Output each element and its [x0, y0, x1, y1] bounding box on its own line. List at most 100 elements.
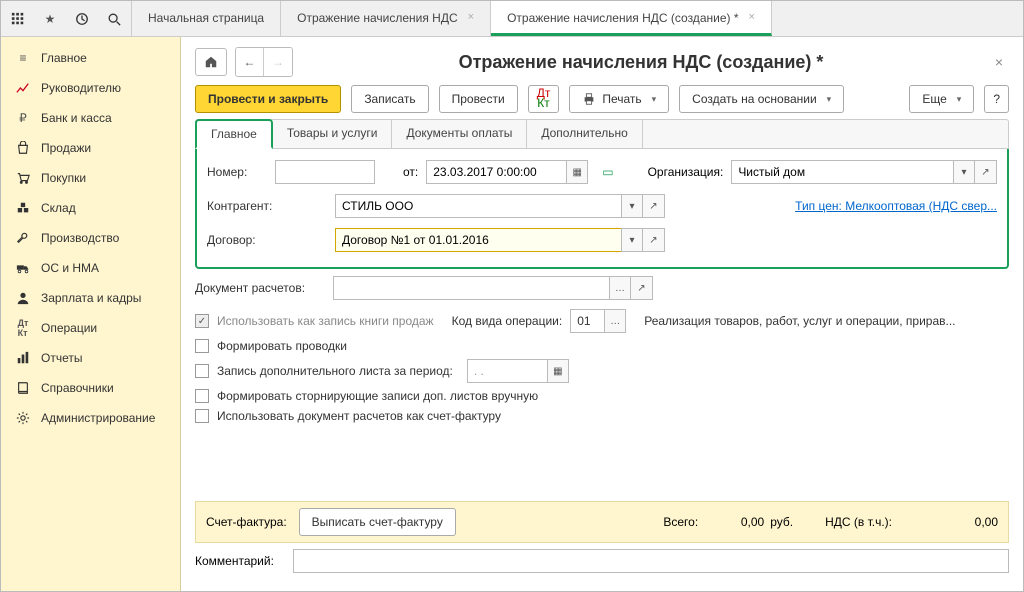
- sidebar-item-production[interactable]: Производство: [1, 223, 180, 253]
- number-input[interactable]: [275, 160, 375, 184]
- open-icon[interactable]: ↗: [975, 160, 997, 184]
- back-button[interactable]: ←: [236, 48, 264, 76]
- sidebar: ≡Главное Руководителю ₽Банк и касса Прод…: [1, 37, 181, 591]
- invoice-bar: Счет-фактура: Выписать счет-фактуру Всег…: [195, 501, 1009, 543]
- comment-label: Комментарий:: [195, 554, 285, 568]
- gear-icon: [15, 410, 31, 426]
- addsheet-label: Запись дополнительного листа за период:: [217, 364, 453, 378]
- home-button[interactable]: [195, 48, 227, 76]
- post-and-close-button[interactable]: Провести и закрыть: [195, 85, 341, 113]
- sidebar-item-admin[interactable]: Администрирование: [1, 403, 180, 433]
- calendar-icon[interactable]: ▦: [566, 160, 588, 184]
- sidebar-item-hr[interactable]: Зарплата и кадры: [1, 283, 180, 313]
- close-icon[interactable]: ×: [749, 11, 755, 23]
- inner-tab-main[interactable]: Главное: [195, 119, 273, 149]
- contract-field: Договор №1 от 01.01.2016 ▾ ↗: [335, 228, 665, 252]
- org-field: Чистый дом ▾ ↗: [731, 160, 997, 184]
- settlement-doc-input[interactable]: [333, 276, 609, 300]
- topbar-icons: ★: [1, 1, 132, 36]
- contract-label: Договор:: [207, 233, 327, 247]
- form-main: Номер: от: 23.03.2017 0:00:00 ▦ ▭ Органи…: [195, 149, 1009, 269]
- op-code-label: Код вида операции:: [452, 314, 563, 328]
- postings-checkbox[interactable]: [195, 339, 209, 353]
- close-icon[interactable]: ×: [468, 11, 474, 23]
- date-label: от:: [403, 165, 418, 179]
- sidebar-item-main[interactable]: ≡Главное: [1, 43, 180, 73]
- counterparty-input[interactable]: СТИЛЬ ООО: [335, 194, 621, 218]
- dtkt-button[interactable]: ДтКт: [528, 85, 560, 113]
- date-field: 23.03.2017 0:00:00 ▦: [426, 160, 588, 184]
- open-icon[interactable]: ↗: [643, 194, 665, 218]
- select-icon[interactable]: …: [609, 276, 631, 300]
- op-code-input[interactable]: 01: [570, 309, 604, 333]
- help-button[interactable]: ?: [984, 85, 1009, 113]
- forward-button[interactable]: →: [264, 48, 292, 76]
- print-button[interactable]: Печать: [569, 85, 669, 113]
- dropdown-icon[interactable]: ▾: [621, 228, 643, 252]
- more-button[interactable]: Еще: [909, 85, 974, 113]
- org-label: Организация:: [648, 165, 724, 179]
- number-label: Номер:: [207, 165, 267, 179]
- contract-input[interactable]: Договор №1 от 01.01.2016: [335, 228, 621, 252]
- currency: руб.: [770, 515, 793, 529]
- sidebar-item-operations[interactable]: ДтКтОперации: [1, 313, 180, 343]
- inner-tab-payments[interactable]: Документы оплаты: [392, 120, 527, 148]
- open-icon[interactable]: ↗: [643, 228, 665, 252]
- chart-icon: [15, 80, 31, 96]
- postings-label: Формировать проводки: [217, 339, 347, 353]
- dropdown-icon[interactable]: ▾: [953, 160, 975, 184]
- apps-icon[interactable]: [9, 10, 27, 28]
- date-input[interactable]: 23.03.2017 0:00:00: [426, 160, 566, 184]
- ruble-icon: ₽: [15, 110, 31, 126]
- boxes-icon: [15, 200, 31, 216]
- inner-tabs: Главное Товары и услуги Документы оплаты…: [195, 119, 1009, 149]
- org-input[interactable]: Чистый дом: [731, 160, 953, 184]
- total-label: Всего:: [663, 515, 698, 529]
- write-invoice-button[interactable]: Выписать счет-фактуру: [299, 508, 456, 536]
- settlement-doc-field: … ↗: [333, 276, 653, 300]
- inner-tab-goods[interactable]: Товары и услуги: [273, 120, 393, 148]
- content: ← → Отражение начисления НДС (создание) …: [181, 37, 1023, 591]
- save-button[interactable]: Записать: [351, 85, 428, 113]
- invoice-doc-checkbox[interactable]: [195, 409, 209, 423]
- price-type-link[interactable]: Тип цен: Мелкооптовая (НДС свер...: [795, 199, 997, 213]
- sidebar-item-warehouse[interactable]: Склад: [1, 193, 180, 223]
- inner-tab-additional[interactable]: Дополнительно: [527, 120, 642, 148]
- sidebar-item-reports[interactable]: Отчеты: [1, 343, 180, 373]
- storno-checkbox[interactable]: [195, 389, 209, 403]
- history-icon[interactable]: [73, 10, 91, 28]
- addsheet-checkbox[interactable]: [195, 364, 209, 378]
- counterparty-field: СТИЛЬ ООО ▾ ↗: [335, 194, 665, 218]
- counterparty-label: Контрагент:: [207, 199, 327, 213]
- sidebar-item-sales[interactable]: Продажи: [1, 133, 180, 163]
- op-code-field: 01 …: [570, 309, 626, 333]
- total-value: 0,00: [704, 515, 764, 529]
- sidebar-item-purchases[interactable]: Покупки: [1, 163, 180, 193]
- sidebar-item-manager[interactable]: Руководителю: [1, 73, 180, 103]
- bars-icon: [15, 350, 31, 366]
- dropdown-icon[interactable]: ▾: [621, 194, 643, 218]
- sidebar-item-catalogs[interactable]: Справочники: [1, 373, 180, 403]
- close-page-icon[interactable]: ×: [989, 54, 1009, 70]
- select-icon[interactable]: …: [604, 309, 626, 333]
- bag-icon: [15, 140, 31, 156]
- vat-label: НДС (в т.ч.):: [825, 515, 892, 529]
- create-based-button[interactable]: Создать на основании: [679, 85, 844, 113]
- tab-vat-create[interactable]: Отражение начисления НДС (создание) * ×: [491, 1, 772, 36]
- book-icon: [15, 380, 31, 396]
- search-icon[interactable]: [105, 10, 123, 28]
- star-icon[interactable]: ★: [41, 10, 59, 28]
- sales-book-label: Использовать как запись книги продаж: [217, 314, 434, 328]
- form-icon[interactable]: ▭: [602, 165, 613, 179]
- comment-input[interactable]: [293, 549, 1009, 573]
- post-button[interactable]: Провести: [439, 85, 518, 113]
- calendar-icon[interactable]: ▦: [547, 359, 569, 383]
- tab-start-page[interactable]: Начальная страница: [132, 1, 281, 36]
- sidebar-item-bank[interactable]: ₽Банк и касса: [1, 103, 180, 133]
- open-icon[interactable]: ↗: [631, 276, 653, 300]
- sidebar-item-assets[interactable]: ОС и НМА: [1, 253, 180, 283]
- vat-value: 0,00: [898, 515, 998, 529]
- tab-vat-doc[interactable]: Отражение начисления НДС ×: [281, 1, 491, 36]
- invoice-doc-label: Использовать документ расчетов как счет-…: [217, 409, 501, 423]
- addsheet-period-input[interactable]: . .: [467, 359, 547, 383]
